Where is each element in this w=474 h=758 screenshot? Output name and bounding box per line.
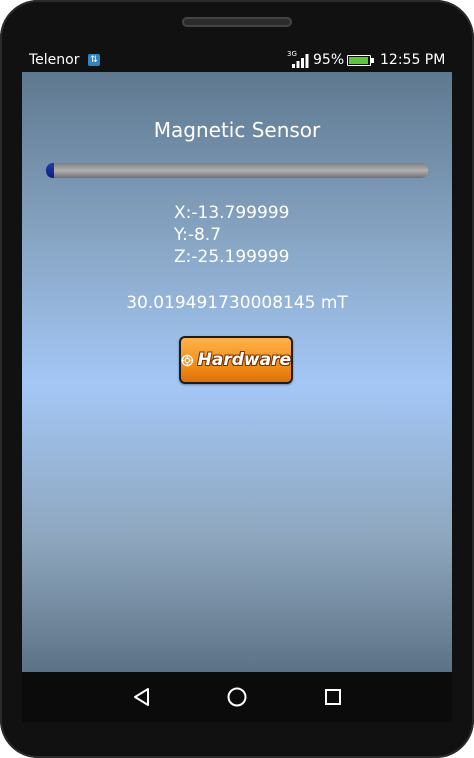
back-icon bbox=[134, 688, 149, 706]
home-icon bbox=[227, 687, 247, 707]
app-screen: Magnetic Sensor X:-13.799999 Y:-8.7 Z:-2… bbox=[22, 72, 452, 672]
status-clock: 12:55 PM bbox=[380, 52, 446, 68]
page-title: Magnetic Sensor bbox=[153, 118, 321, 142]
battery-percent: 95% bbox=[313, 52, 345, 68]
back-button[interactable] bbox=[127, 682, 157, 712]
progress-fill bbox=[46, 163, 54, 178]
battery-icon bbox=[347, 55, 374, 66]
phone-frame: Telenor ⇅ 3G 95% 12:55 PM Magnetic Senso… bbox=[0, 0, 474, 758]
hardware-button-label: Hardware bbox=[197, 350, 291, 370]
z-reading: Z:-25.199999 bbox=[174, 247, 290, 267]
home-button[interactable] bbox=[222, 682, 252, 712]
axis-readings: X:-13.799999 Y:-8.7 Z:-25.199999 bbox=[174, 202, 289, 268]
x-reading: X:-13.799999 bbox=[174, 203, 290, 223]
gear-target-icon bbox=[181, 353, 194, 367]
navigation-bar bbox=[22, 672, 452, 722]
magnitude-value: 30.019491730008145 mT bbox=[126, 293, 348, 313]
hardware-button[interactable]: Hardware bbox=[179, 336, 293, 384]
earpiece-speaker bbox=[182, 17, 292, 27]
recent-apps-button[interactable] bbox=[318, 682, 348, 712]
recent-apps-icon bbox=[325, 689, 341, 705]
carrier-name: Telenor bbox=[29, 52, 80, 68]
y-reading: Y:-8.7 bbox=[174, 225, 222, 245]
signal-icon bbox=[292, 54, 309, 68]
status-bar: Telenor ⇅ 3G 95% 12:55 PM bbox=[22, 48, 452, 72]
carrier-sim-icon: ⇅ bbox=[88, 54, 100, 66]
sensor-progress-bar bbox=[46, 163, 428, 178]
